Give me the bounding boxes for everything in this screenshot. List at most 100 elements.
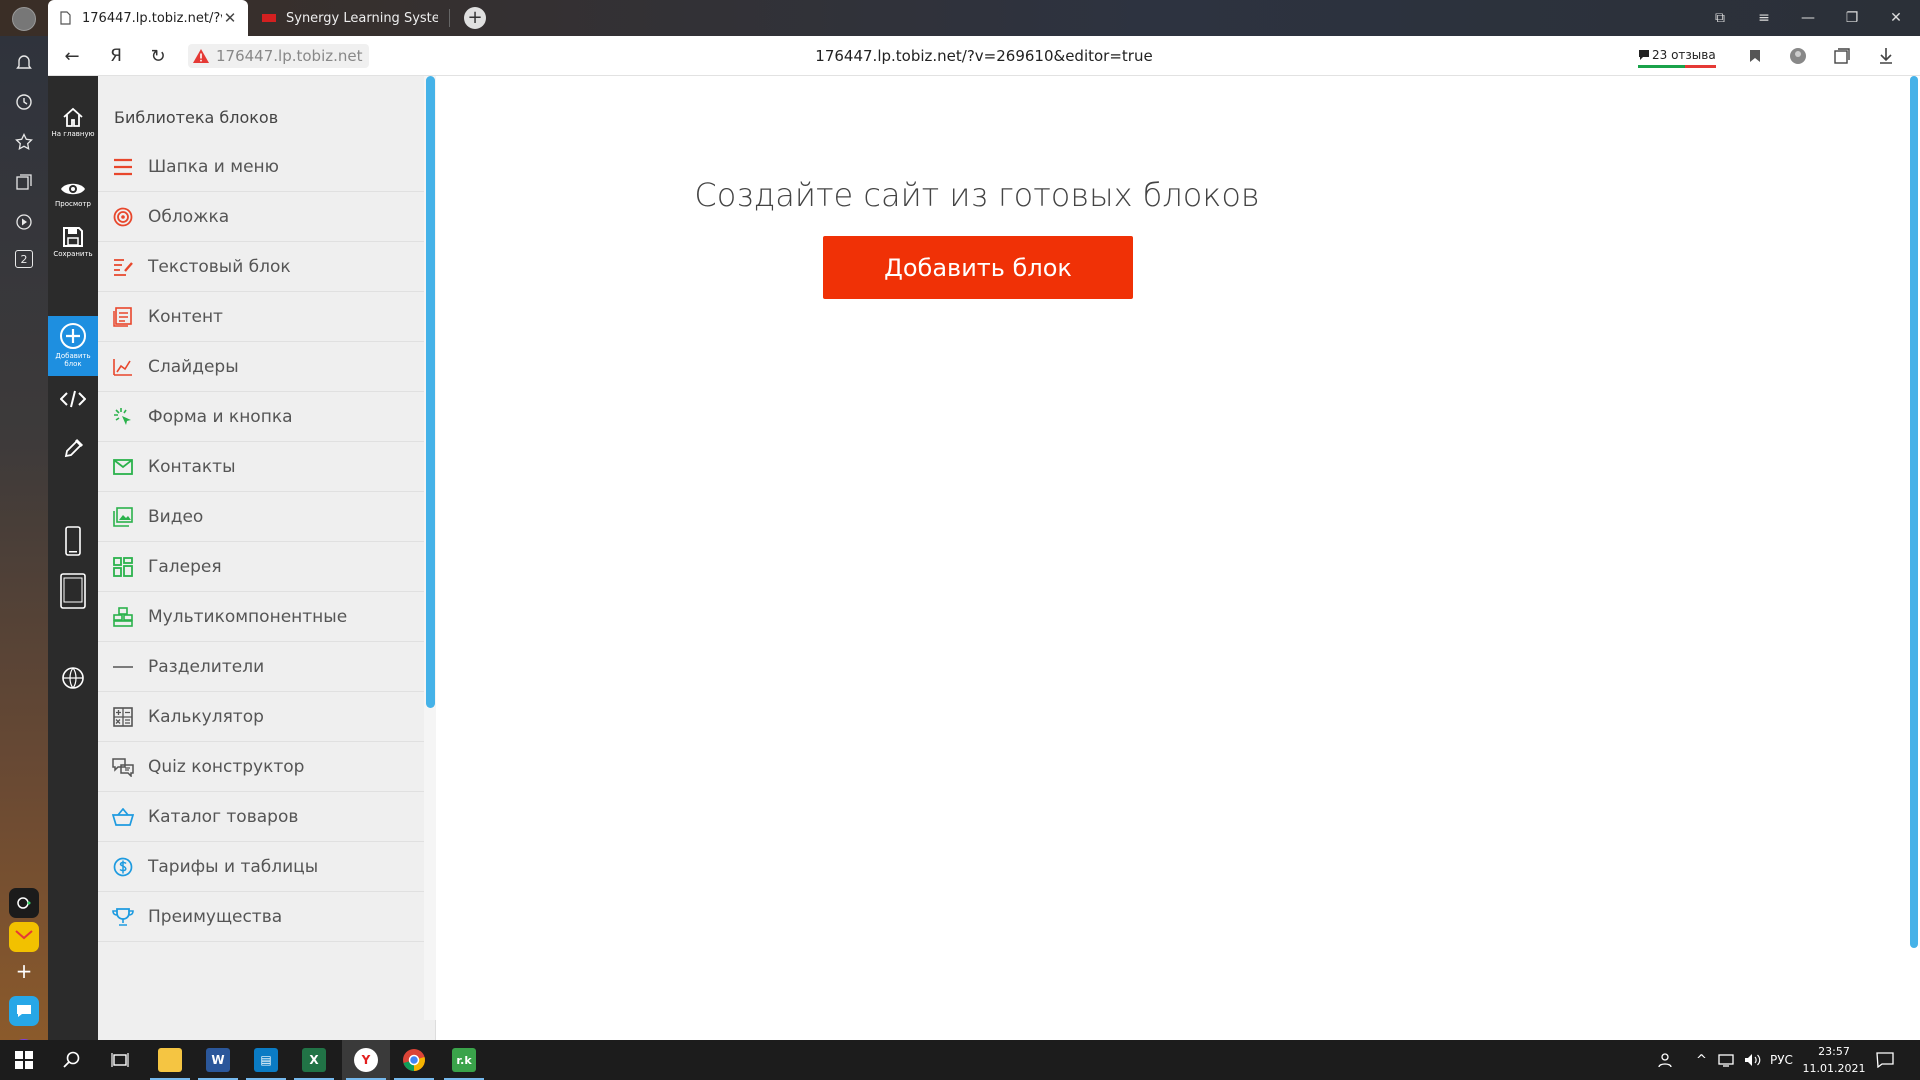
grid-icon xyxy=(112,556,134,578)
windows-logo-icon xyxy=(15,1051,33,1069)
home-tool[interactable]: На главную xyxy=(48,106,98,138)
bookmark-icon[interactable] xyxy=(1743,44,1767,68)
tab-synergy[interactable]: Synergy Learning System xyxy=(252,0,448,36)
library-scrollbar[interactable] xyxy=(424,76,436,1020)
category-label: Разделители xyxy=(148,656,265,677)
download-icon[interactable] xyxy=(1874,44,1898,68)
home-label: На главную xyxy=(51,130,95,138)
category-label: Калькулятор xyxy=(148,706,264,727)
mobile-view-tool[interactable] xyxy=(48,526,98,556)
category-cover[interactable]: Обложка xyxy=(98,192,424,242)
add-block-button[interactable]: Добавить блок xyxy=(823,236,1133,299)
store-app[interactable]: ▤ xyxy=(242,1040,290,1080)
category-gallery[interactable]: Галерея xyxy=(98,542,424,592)
save-tool[interactable]: Сохранить xyxy=(48,226,98,258)
volume-icon[interactable] xyxy=(1744,1040,1762,1080)
rk-app[interactable]: r.k xyxy=(440,1040,488,1080)
add-block-tool[interactable]: Добавить блок xyxy=(48,316,98,376)
play-video-icon[interactable] xyxy=(12,210,36,234)
text-edit-icon xyxy=(112,256,134,278)
favorites-star-icon[interactable] xyxy=(12,130,36,154)
collections-icon[interactable] xyxy=(1830,44,1854,68)
protect-icon[interactable] xyxy=(1786,44,1810,68)
collections-panel-icon[interactable] xyxy=(12,170,36,194)
tray-chevron-up-icon[interactable]: ^ xyxy=(1696,1040,1707,1080)
category-header-menu[interactable]: Шапка и меню xyxy=(98,142,424,192)
category-label: Видео xyxy=(148,506,204,527)
category-label: Текстовый блок xyxy=(148,256,291,277)
tab-title: 176447.lp.tobiz.net/?v=269610&editor=tru… xyxy=(82,10,222,26)
people-icon[interactable] xyxy=(1658,1040,1676,1080)
category-label: Quiz конструктор xyxy=(148,756,305,777)
page-scrollbar[interactable] xyxy=(1908,76,1920,1040)
tabs-count-badge[interactable]: 2 xyxy=(15,250,33,268)
calculator-icon xyxy=(112,706,134,728)
task-view-icon xyxy=(111,1053,129,1067)
editor-canvas: Создайте сайт из готовых блоков Добавить… xyxy=(437,76,1920,1040)
search-button[interactable] xyxy=(48,1040,96,1080)
notifications-icon[interactable] xyxy=(12,50,36,74)
minimize-button[interactable]: — xyxy=(1786,0,1830,36)
add-block-label: Добавить блок xyxy=(55,352,91,368)
language-indicator[interactable]: РУС xyxy=(1770,1040,1793,1080)
excel-icon: X xyxy=(302,1048,326,1072)
messenger-app-icon[interactable] xyxy=(9,996,39,1026)
profile-avatar[interactable] xyxy=(12,7,36,31)
close-icon[interactable]: ✕ xyxy=(222,9,238,27)
add-app-icon[interactable]: + xyxy=(9,956,39,986)
category-product-catalog[interactable]: Каталог товаров xyxy=(98,792,424,842)
file-explorer-app[interactable] xyxy=(146,1040,194,1080)
tab-manager-icon[interactable]: ⧉ xyxy=(1698,0,1742,36)
preview-tool[interactable]: Просмотр xyxy=(48,180,98,208)
tab-divider xyxy=(449,9,450,27)
code-brackets-icon xyxy=(60,390,86,408)
clock-time: 23:57 xyxy=(1818,1045,1850,1058)
reviews-badge[interactable]: 23 отзыва xyxy=(1638,44,1716,68)
category-contacts[interactable]: Контакты xyxy=(98,442,424,492)
page-scrollbar-thumb[interactable] xyxy=(1910,76,1918,948)
category-form-button[interactable]: Форма и кнопка xyxy=(98,392,424,442)
reviews-label: 23 отзыва xyxy=(1652,47,1716,62)
category-content[interactable]: Контент xyxy=(98,292,424,342)
close-window-button[interactable]: ✕ xyxy=(1874,0,1918,36)
domain-settings-tool[interactable] xyxy=(48,666,98,690)
task-view-button[interactable] xyxy=(96,1040,144,1080)
excel-app[interactable]: X xyxy=(290,1040,338,1080)
category-pricing-tables[interactable]: Тарифы и таблицы xyxy=(98,842,424,892)
store-icon: ▤ xyxy=(254,1048,278,1072)
chrome-app[interactable] xyxy=(390,1040,438,1080)
category-label: Шапка и меню xyxy=(148,156,279,177)
code-tool[interactable] xyxy=(48,390,98,408)
category-quiz[interactable]: Quiz конструктор xyxy=(98,742,424,792)
restore-button[interactable]: ❐ xyxy=(1830,0,1874,36)
start-button[interactable] xyxy=(0,1040,48,1080)
category-video[interactable]: Видео xyxy=(98,492,424,542)
smartphone-icon xyxy=(65,526,81,556)
notification-center-icon[interactable] xyxy=(1876,1040,1894,1080)
slider-icon xyxy=(112,356,134,378)
word-app[interactable]: W xyxy=(194,1040,242,1080)
category-label: Каталог товаров xyxy=(148,806,299,827)
category-text-block[interactable]: Текстовый блок xyxy=(98,242,424,292)
library-scrollbar-thumb[interactable] xyxy=(426,76,435,708)
system-clock[interactable]: 23:57 11.01.2021 xyxy=(1800,1043,1868,1077)
category-multicomponent[interactable]: Мультикомпонентные xyxy=(98,592,424,642)
new-tab-button[interactable]: + xyxy=(464,7,486,29)
camera-app-icon[interactable] xyxy=(9,888,39,918)
network-icon[interactable] xyxy=(1718,1040,1736,1080)
history-icon[interactable] xyxy=(12,90,36,114)
color-picker-tool[interactable] xyxy=(48,438,98,460)
category-dividers[interactable]: Разделители xyxy=(98,642,424,692)
browser-menu-icon[interactable]: ≡ xyxy=(1742,0,1786,36)
yandex-browser-app[interactable]: Y xyxy=(342,1040,390,1080)
mail-app-icon[interactable] xyxy=(9,922,39,952)
tablet-view-tool[interactable] xyxy=(48,573,98,609)
category-advantages[interactable]: Преимущества xyxy=(98,892,424,942)
category-calculator[interactable]: Калькулятор xyxy=(98,692,424,742)
canvas-headline: Создайте сайт из готовых блоков xyxy=(694,176,1260,214)
save-label: Сохранить xyxy=(53,250,93,258)
yandex-browser-icon: Y xyxy=(354,1048,378,1072)
category-sliders[interactable]: Слайдеры xyxy=(98,342,424,392)
tab-tobiz-editor[interactable]: 176447.lp.tobiz.net/?v=269610&editor=tru… xyxy=(48,0,248,36)
chrome-icon xyxy=(403,1049,425,1071)
